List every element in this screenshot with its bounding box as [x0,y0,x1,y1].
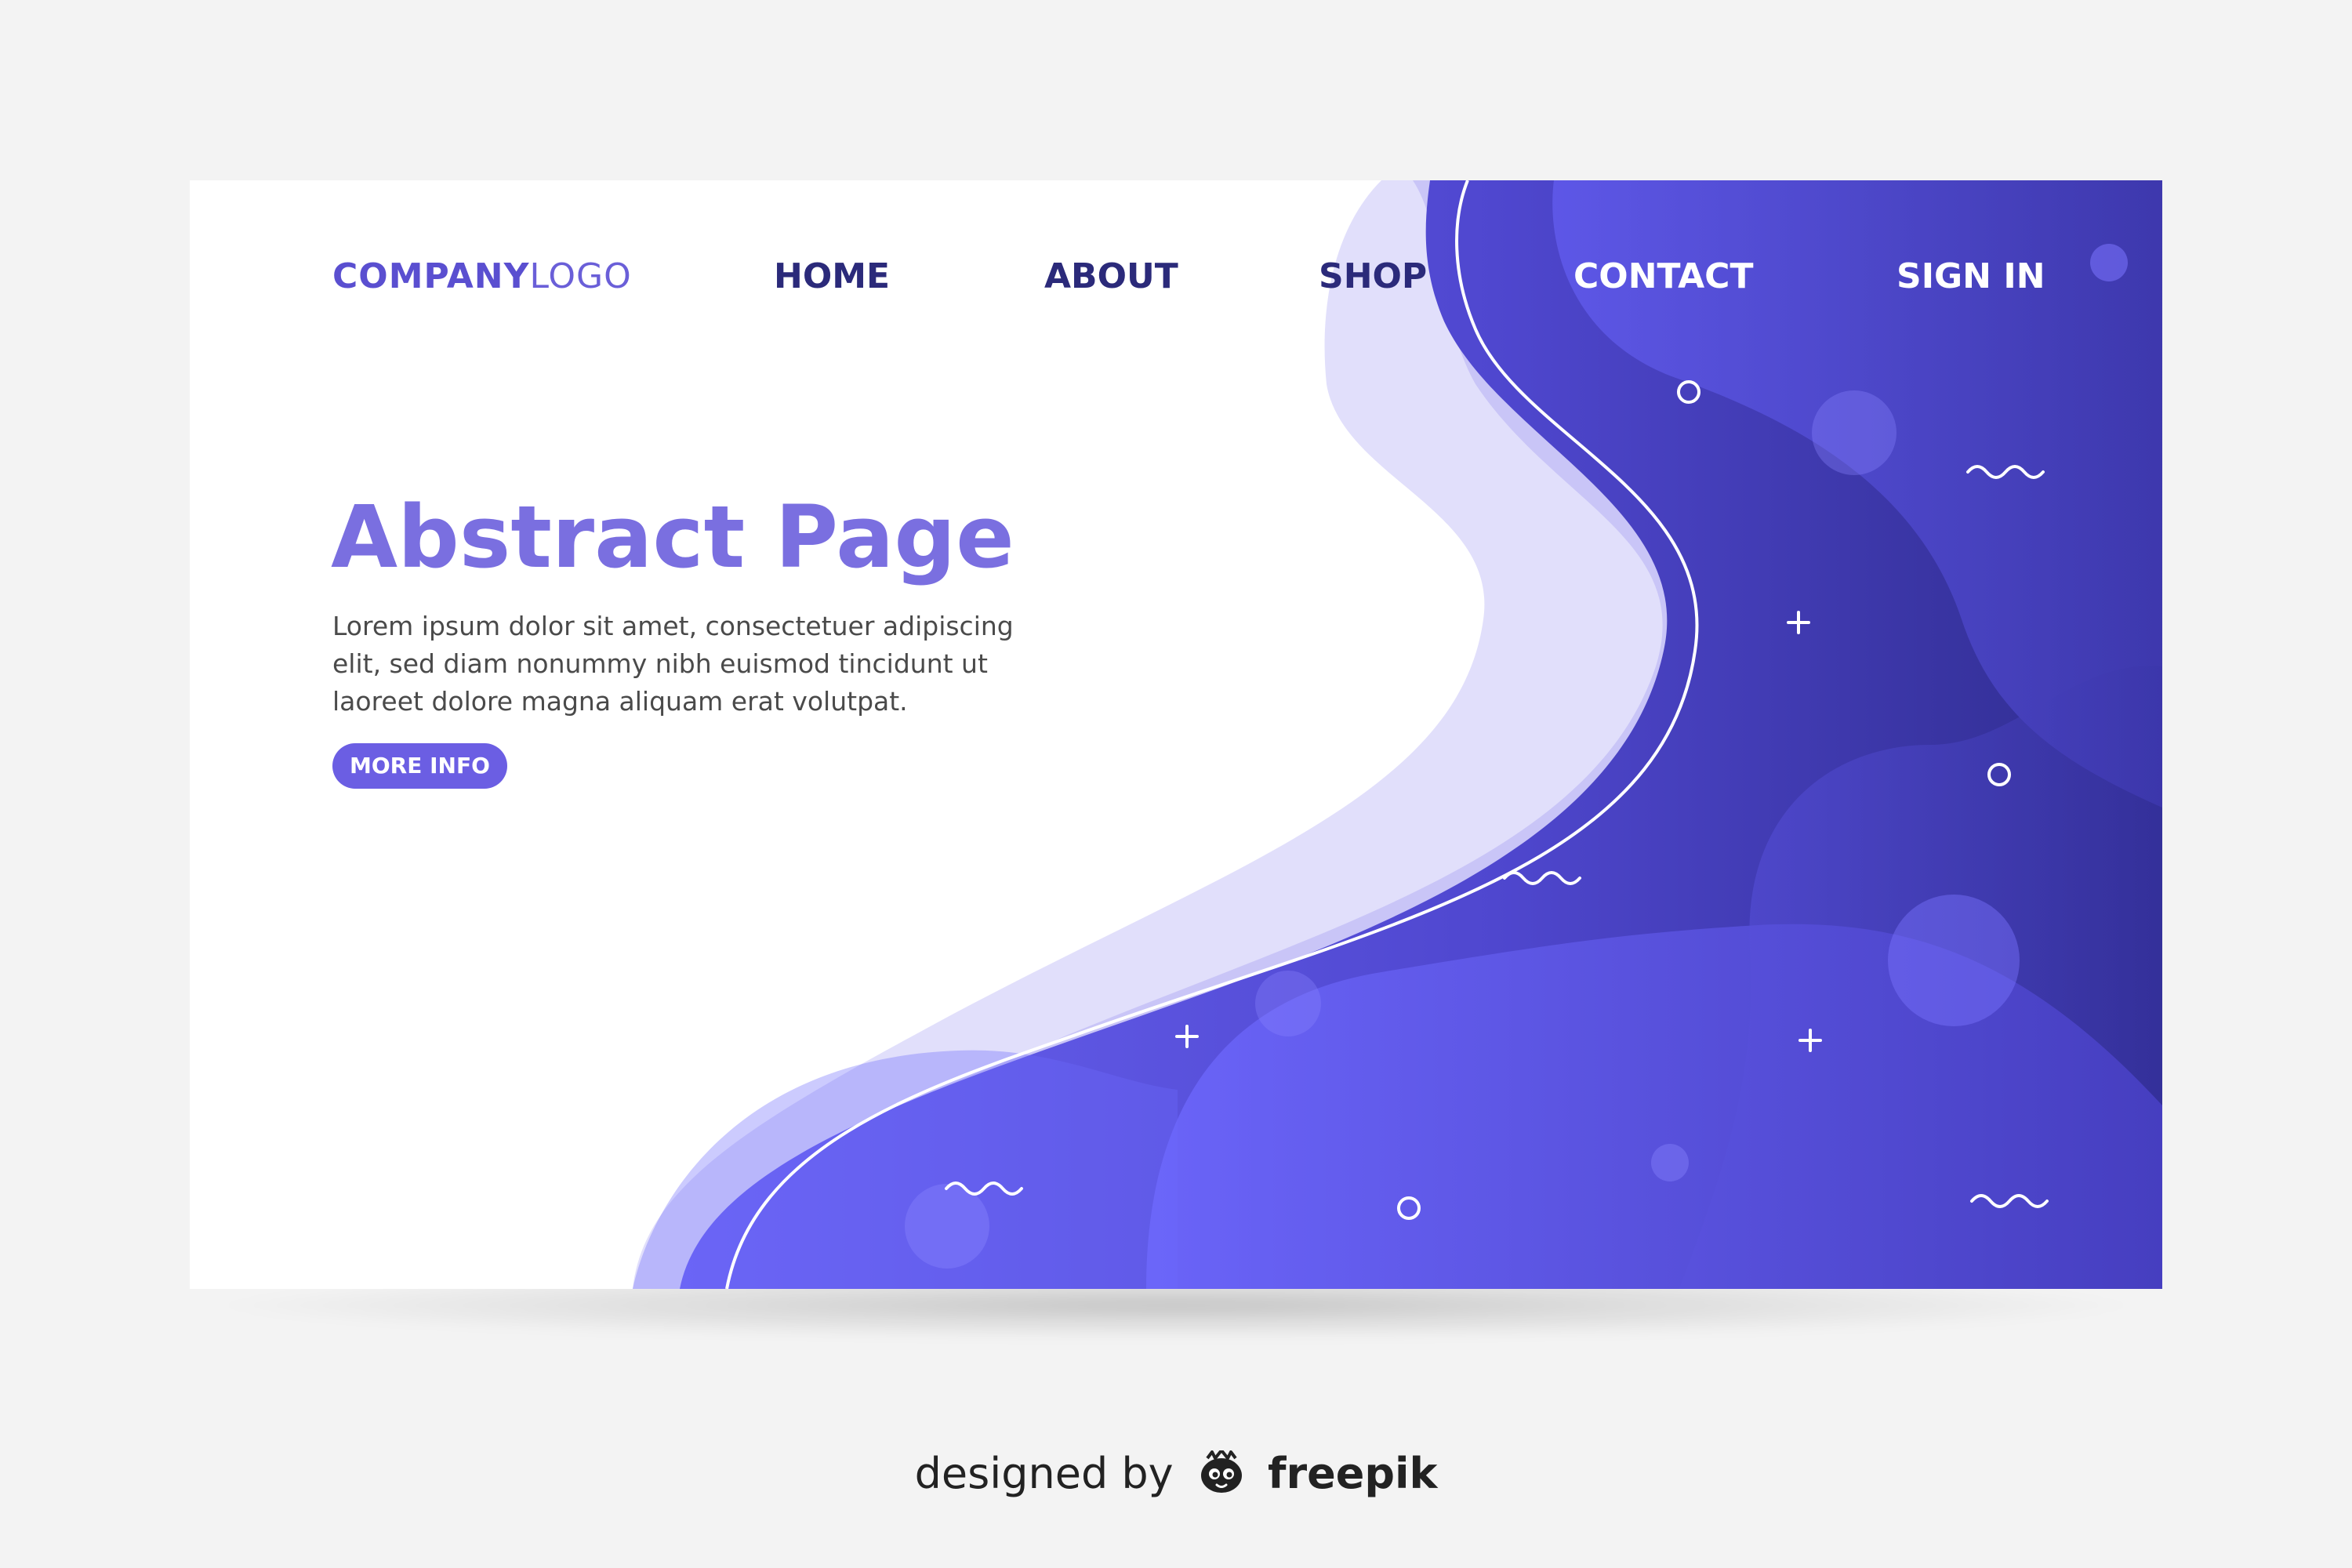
credit-brand-name: freepik [1267,1449,1438,1498]
deco-circle [1888,895,2020,1026]
credit-designed-by: designed by [914,1449,1174,1498]
nav-home-link[interactable]: HOME [774,249,890,304]
deco-circle [1812,390,1896,475]
freepik-logo-icon [1200,1450,1242,1493]
hero-description: Lorem ipsum dolor sit amet, consectetuer… [332,611,1014,717]
company-logo[interactable]: COMPANYLOGO [332,249,632,304]
nav-shop-link[interactable]: SHOP [1319,249,1427,304]
page-stage: COMPANYLOGO HOME ABOUT SHOP CONTACT SIGN… [0,0,2352,1568]
blob-bottom-left [633,1050,1178,1289]
landing-card: COMPANYLOGO HOME ABOUT SHOP CONTACT SIGN… [190,180,2162,1289]
top-navigation: COMPANYLOGO HOME ABOUT SHOP CONTACT SIGN… [190,249,2162,304]
more-info-button[interactable]: MORE INFO [332,743,507,789]
abstract-wave-background [633,180,2162,1289]
nav-sign-in-link[interactable]: SIGN IN [1896,249,2045,304]
deco-circle [905,1184,989,1269]
logo-text-strong: COMPANY [332,256,530,296]
deco-circle [1255,971,1321,1036]
logo-text-light: LOGO [529,256,632,296]
hero-title: Abstract Page [331,487,1014,587]
nav-contact-link[interactable]: CONTACT [1573,249,1753,304]
deco-circle [1651,1144,1689,1181]
nav-about-link[interactable]: ABOUT [1044,249,1178,304]
designer-credit: designed by freepik [0,1446,2352,1501]
